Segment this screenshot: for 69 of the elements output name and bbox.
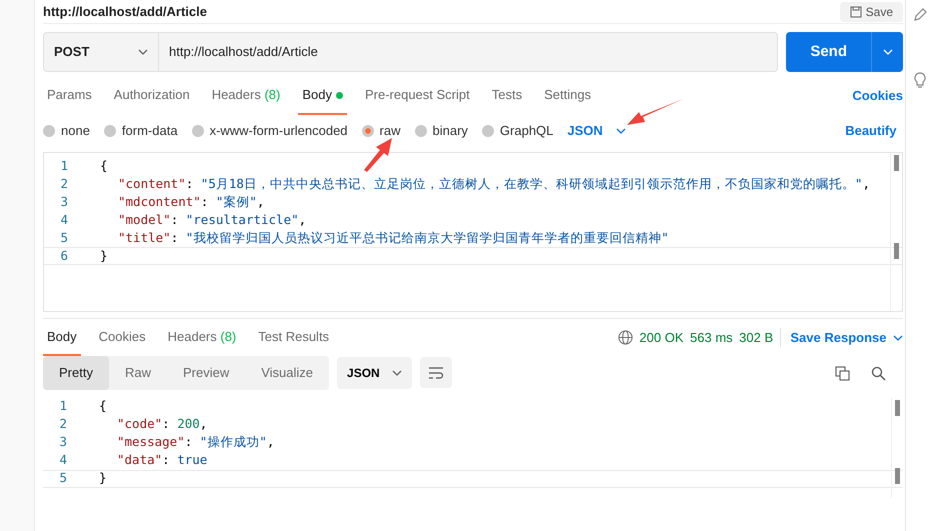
line-number: 4 xyxy=(59,210,69,229)
annotation-arrow xyxy=(362,136,394,172)
code-line: } xyxy=(99,246,108,265)
request-name: http://localhost/add/Article xyxy=(43,2,207,21)
copy-icon xyxy=(835,366,850,382)
view-mode-button[interactable]: Pretty xyxy=(43,356,109,390)
line-number: 4 xyxy=(58,451,68,470)
line-number: 1 xyxy=(59,156,69,175)
tab[interactable]: Params xyxy=(43,77,96,115)
code-editor[interactable]: 1 { 2 "content": "5月18日，中共中央总书记、立足岗位，立德树人，在教学、科研领域起到引领示范作用，不负国家和党的嘱托。", 3 "mdcontent": "案例", 4 "model": "resultarticle", 5 "title": "我校留学归国人员热议习近平总书记给南京大学留学归国青年学者的重要回信精神" 6 } xyxy=(43,152,903,312)
tab[interactable]: Authorization xyxy=(110,77,194,115)
save-response-dropdown[interactable]: Save Response xyxy=(787,328,903,348)
line-number: 3 xyxy=(58,433,68,452)
format-dropdown[interactable]: JSON xyxy=(567,121,626,141)
caret-icon xyxy=(392,370,402,376)
caret-icon xyxy=(882,49,892,55)
code-line: "model": "resultarticle", xyxy=(117,210,306,229)
radio-option[interactable]: form-data xyxy=(104,121,178,141)
tab[interactable]: Headers (8) xyxy=(164,318,240,356)
radio-option[interactable]: raw xyxy=(362,121,400,141)
response-size: 302 B xyxy=(739,328,781,348)
code-line: "mdcontent": "案例", xyxy=(117,192,264,211)
line-number: 1 xyxy=(58,397,68,416)
caret-icon xyxy=(616,128,626,134)
tab[interactable]: Headers (8) xyxy=(208,77,284,115)
radio-option[interactable]: x-www-form-urlencoded xyxy=(192,121,348,141)
lightbulb-icon[interactable] xyxy=(912,72,926,88)
line-number: 5 xyxy=(58,469,68,488)
scrollbar[interactable] xyxy=(890,153,902,311)
code-line: { xyxy=(98,397,107,416)
tab[interactable]: Cookies xyxy=(94,318,150,356)
line-number: 3 xyxy=(59,192,69,211)
line-number: 2 xyxy=(58,415,68,434)
line-number: 6 xyxy=(59,246,69,265)
line-number: 2 xyxy=(59,174,69,193)
code-line: "data": true xyxy=(116,451,208,470)
code-line: "content": "5月18日，中共中央总书记、立足岗位，立德树人，在教学、科研领域起到引领示范作用，不负国家和党的嘱托。", xyxy=(117,174,870,193)
status-code: 200 OK xyxy=(639,328,684,347)
wrap-icon xyxy=(428,366,444,379)
scrollbar[interactable] xyxy=(891,398,903,498)
radio-option[interactable]: none xyxy=(43,121,90,141)
cookies-link[interactable]: Cookies xyxy=(852,86,903,106)
code-line: "title": "我校留学归国人员热议习近平总书记给南京大学留学归国青年学者的重要回信精神" xyxy=(117,228,669,247)
line-number: 5 xyxy=(59,228,69,247)
beautify-link[interactable]: Beautify xyxy=(845,121,896,141)
format-dropdown[interactable]: JSON xyxy=(337,356,412,389)
radio-option[interactable]: binary xyxy=(414,121,468,141)
radio-option[interactable]: GraphQL xyxy=(482,121,554,141)
code-line: "code": 200, xyxy=(116,415,208,434)
tab[interactable]: Settings xyxy=(540,77,596,115)
globe-icon xyxy=(618,330,633,345)
tab[interactable]: Body xyxy=(298,77,347,115)
tab[interactable]: Tests xyxy=(488,77,526,115)
tab[interactable]: Test Results xyxy=(254,318,334,356)
view-mode-button[interactable]: Raw xyxy=(108,356,167,390)
view-mode-button[interactable]: Visualize xyxy=(245,356,330,390)
code-line: } xyxy=(98,469,107,488)
save-button[interactable]: Save xyxy=(840,2,903,22)
caret-icon xyxy=(893,334,903,340)
code-line: "message": "操作成功", xyxy=(116,433,274,452)
view-mode-button[interactable]: Preview xyxy=(166,356,246,390)
wrap-lines-button[interactable] xyxy=(420,357,452,388)
tab[interactable]: Pre-request Script xyxy=(360,77,474,115)
search-icon xyxy=(871,366,886,382)
response-time: 563 ms xyxy=(690,328,733,347)
code-line: { xyxy=(99,156,108,175)
save-icon xyxy=(850,6,862,18)
annotation-arrow xyxy=(626,98,684,126)
pencil-icon[interactable] xyxy=(912,8,926,22)
